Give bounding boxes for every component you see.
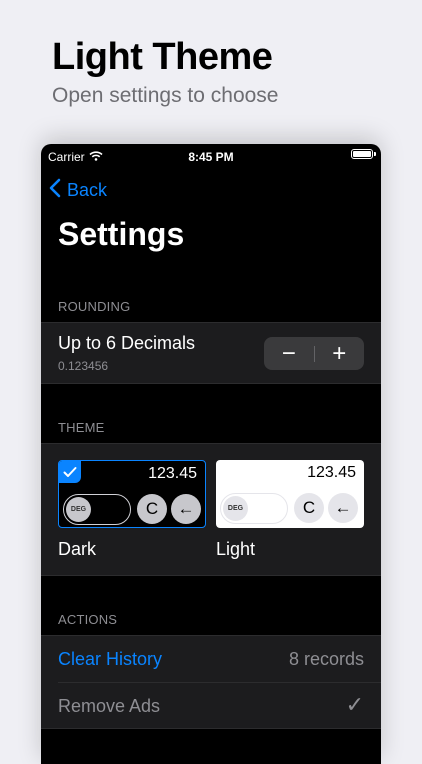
preview-clear-button: C [294,493,324,523]
theme-option-light[interactable]: 123.45 DEG C ← [216,460,364,528]
page-title: Settings [58,216,185,252]
status-bar: Carrier 8:45 PM [41,144,381,168]
phone-screen: Carrier 8:45 PM Back Settings ROUNDING U… [41,144,381,764]
preview-display-value: 123.45 [148,465,197,482]
preview-toggle-knob: DEG [223,496,248,521]
preview-deg-toggle: DEG [63,494,131,525]
theme-label-dark: Dark [58,539,97,559]
rounding-stepper: − + [264,337,364,370]
preview-backspace-button: ← [171,494,201,524]
remove-ads-row[interactable]: Remove Ads ✓ [41,683,381,729]
checkmark-icon: ✓ [345,692,364,717]
increment-button[interactable]: + [315,337,365,370]
remove-ads-label: Remove Ads [58,696,161,716]
preview-clear-button: C [137,494,167,524]
battery-icon [351,149,376,159]
back-button[interactable]: Back [49,178,107,203]
rounding-row: Up to 6 Decimals 0.123456 − + [41,322,381,384]
back-label: Back [67,180,108,200]
preview-toggle-knob: DEG [66,497,91,522]
chevron-left-icon [49,178,67,203]
section-header-actions: ACTIONS [58,612,118,627]
checkmark-icon [59,461,81,483]
preview-deg-toggle: DEG [220,493,288,524]
decrement-button[interactable]: − [264,337,314,370]
theme-label-light: Light [216,539,256,559]
actions-group: Clear History 8 records Remove Ads ✓ [41,635,381,729]
section-header-theme: THEME [58,420,105,435]
clear-history-row[interactable]: Clear History 8 records [41,636,381,683]
rounding-label: Up to 6 Decimals [58,333,196,353]
section-header-rounding: ROUNDING [58,299,131,314]
history-count: 8 records [288,649,364,669]
theme-option-dark[interactable]: 123.45 DEG C ← [58,460,206,528]
clear-history-label: Clear History [58,649,163,669]
status-time: 8:45 PM [188,150,234,164]
promo-title: Light Theme [52,36,273,78]
rounding-example: 0.123456 [58,359,109,373]
promo-subtitle: Open settings to choose [52,84,279,107]
preview-display-value: 123.45 [307,464,356,481]
preview-backspace-button: ← [328,493,358,523]
theme-group: 123.45 DEG C ← Dark 123.45 DEG C ← Light [41,443,381,576]
